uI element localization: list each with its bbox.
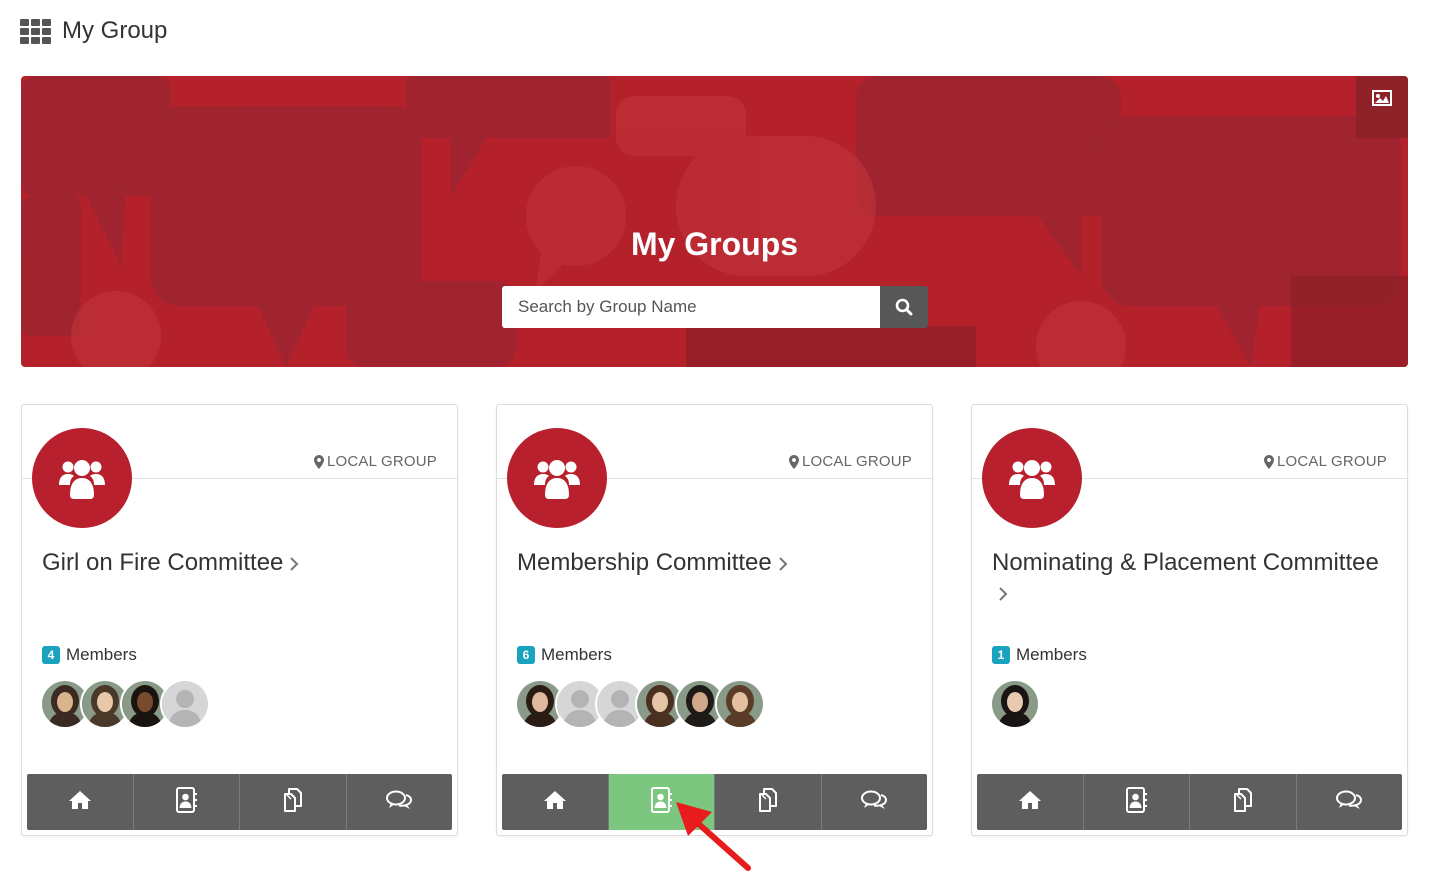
documents-icon (1230, 787, 1256, 818)
page-header: My Group (20, 14, 167, 48)
group-directory-button[interactable] (1084, 774, 1190, 830)
directory-icon (175, 786, 198, 818)
group-avatar[interactable] (32, 428, 132, 528)
group-card: LOCAL GROUP Nominating & Placement Commit… (971, 404, 1408, 836)
page-title: My Group (62, 17, 168, 44)
hero-title: My Groups (630, 226, 799, 262)
home-icon (543, 790, 567, 815)
group-people-icon (534, 460, 580, 499)
image-icon (1372, 90, 1392, 106)
group-name-link[interactable]: Girl on Fire Committee (42, 548, 442, 578)
group-discussion-button[interactable] (1297, 774, 1403, 830)
discussion-icon (1335, 789, 1363, 816)
group-discussion-button[interactable] (347, 774, 453, 830)
group-location-label: LOCAL GROUP (326, 453, 437, 470)
members-summary[interactable]: 1 Members (992, 645, 1087, 665)
members-summary[interactable]: 4 Members (42, 645, 137, 665)
member-avatars (40, 679, 210, 729)
group-search-input[interactable] (502, 286, 880, 328)
chevron-right-icon (779, 556, 788, 571)
members-summary[interactable]: 6 Members (517, 645, 612, 665)
group-documents-button[interactable] (240, 774, 347, 830)
group-home-button[interactable] (27, 774, 134, 830)
map-marker-icon (313, 454, 324, 469)
map-marker-icon (1263, 454, 1274, 469)
member-avatar[interactable] (715, 679, 765, 729)
group-location: LOCAL GROUP (1263, 453, 1387, 470)
group-location: LOCAL GROUP (788, 453, 912, 470)
group-toolbar (27, 774, 452, 830)
discussion-icon (385, 789, 413, 816)
documents-icon (280, 787, 306, 818)
group-toolbar (977, 774, 1402, 830)
apps-grid-icon[interactable] (20, 18, 51, 44)
member-count-badge: 4 (42, 646, 60, 664)
group-discussion-button[interactable] (822, 774, 928, 830)
change-banner-image-button[interactable] (1356, 76, 1408, 138)
group-location-label: LOCAL GROUP (801, 453, 912, 470)
group-avatar[interactable] (982, 428, 1082, 528)
group-name-link[interactable]: Nominating & Placement Committee (992, 548, 1392, 608)
search-button[interactable] (880, 286, 928, 328)
documents-icon (755, 787, 781, 818)
group-name: Membership Committee (517, 549, 772, 576)
home-icon (68, 790, 92, 815)
group-home-button[interactable] (977, 774, 1084, 830)
group-name: Girl on Fire Committee (42, 549, 284, 576)
group-home-button[interactable] (502, 774, 609, 830)
discussion-icon (860, 789, 888, 816)
group-people-icon (59, 460, 105, 499)
directory-icon (1125, 786, 1148, 818)
member-avatar[interactable] (160, 679, 210, 729)
group-avatar[interactable] (507, 428, 607, 528)
hero-banner: My Groups (21, 76, 1408, 367)
member-count-badge: 6 (517, 646, 535, 664)
members-label: Members (1016, 645, 1087, 664)
annotation-arrow (676, 802, 751, 871)
member-avatars (990, 679, 1040, 729)
map-marker-icon (788, 454, 799, 469)
group-card: LOCAL GROUP Girl on Fire Committee 4 Member… (21, 404, 458, 836)
group-directory-button[interactable] (134, 774, 240, 830)
group-search (502, 286, 928, 328)
members-label: Members (66, 645, 137, 664)
chevron-right-icon (290, 556, 299, 571)
group-people-icon (1009, 460, 1055, 499)
search-icon (895, 298, 913, 316)
group-name: Nominating & Placement Committee (992, 549, 1379, 576)
group-name-link[interactable]: Membership Committee (517, 548, 917, 578)
members-label: Members (541, 645, 612, 664)
chevron-right-icon (999, 586, 1008, 601)
group-documents-button[interactable] (1190, 774, 1297, 830)
group-location: LOCAL GROUP (313, 453, 437, 470)
group-card: LOCAL GROUP Membership Committee 6 Members (496, 404, 933, 836)
member-avatars (515, 679, 765, 729)
home-icon (1018, 790, 1042, 815)
member-avatar[interactable] (990, 679, 1040, 729)
group-location-label: LOCAL GROUP (1276, 453, 1387, 470)
member-count-badge: 1 (992, 646, 1010, 664)
